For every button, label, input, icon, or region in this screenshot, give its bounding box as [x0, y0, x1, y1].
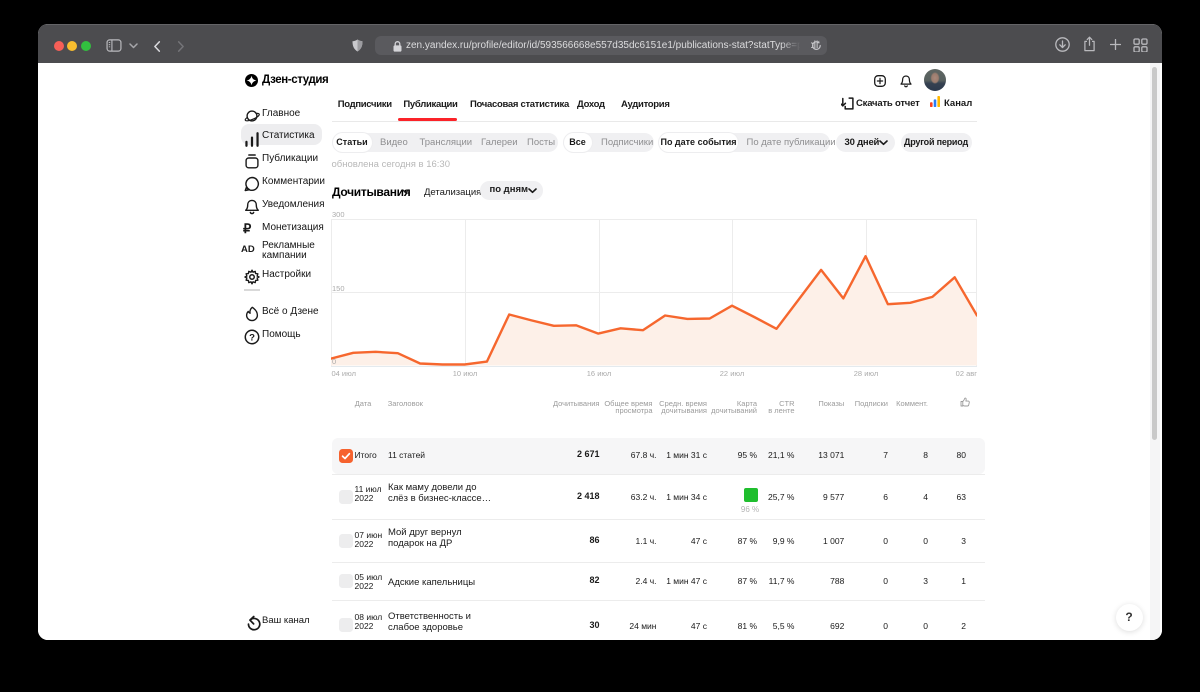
- svg-text:?: ?: [249, 332, 255, 343]
